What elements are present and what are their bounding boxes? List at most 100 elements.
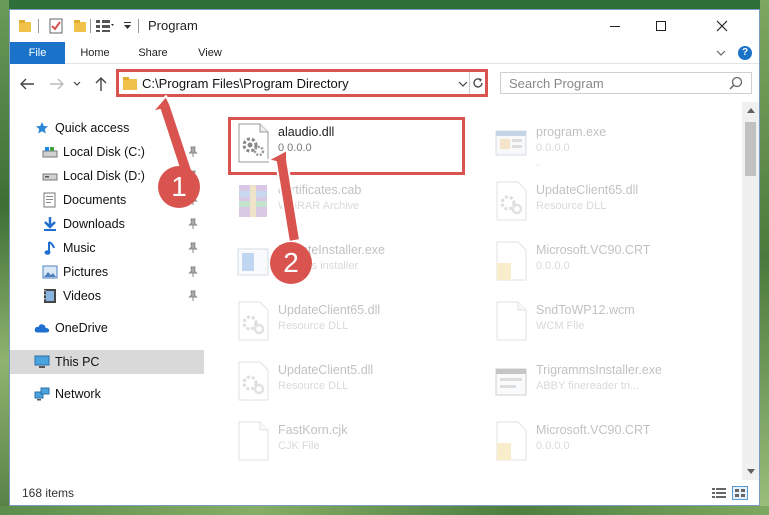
minimize-button[interactable] <box>592 10 638 42</box>
sidebar-item-label: This PC <box>55 355 100 369</box>
file-name: UpdateClient65.dll <box>278 303 381 317</box>
network-icon <box>34 386 50 402</box>
title-bar: Program <box>10 10 759 42</box>
pin-icon[interactable] <box>188 242 198 254</box>
tab-share[interactable]: Share <box>130 42 176 64</box>
address-bar[interactable]: C:\Program Files\Program Directory <box>116 69 488 97</box>
ribbon: File Home Share View ? <box>10 42 759 64</box>
search-box[interactable] <box>500 72 752 94</box>
desktop-background-bottom <box>0 506 769 515</box>
maximize-button[interactable] <box>638 10 684 42</box>
file-type: Resource DLL <box>278 380 349 392</box>
scrollbar-thumb[interactable] <box>745 122 756 176</box>
sidebar-item-label: Music <box>63 241 96 255</box>
separator <box>38 19 39 33</box>
blank-file-icon <box>238 421 269 461</box>
pin-icon[interactable] <box>188 290 198 302</box>
sidebar-item-label: OneDrive <box>55 321 108 335</box>
star-icon <box>34 120 50 136</box>
file-item-updateclient65-dll[interactable]: UpdateClient65.dll Resource DLL <box>228 295 468 353</box>
tab-home[interactable]: Home <box>72 42 118 64</box>
file-item-sndtowp12-wcm[interactable]: SndToWP12.wcm WCM File <box>486 295 726 353</box>
dll-gear-icon <box>238 301 269 341</box>
sidebar-item-onedrive[interactable]: OneDrive <box>10 316 204 340</box>
customize-toolbar-chevron-icon[interactable] <box>122 17 132 35</box>
file-explorer-window: Program File Home Share View ? C:\Progra… <box>9 9 760 506</box>
large-icons-view-icon[interactable] <box>732 486 748 500</box>
file-name: Microsoft.VC90.CRT <box>536 243 651 257</box>
sidebar-item-this-pc[interactable]: This PC <box>10 350 204 374</box>
pin-icon[interactable] <box>188 146 198 158</box>
sidebar-item-pictures[interactable]: Pictures <box>10 260 204 284</box>
search-input[interactable] <box>501 73 725 93</box>
sidebar-item-downloads[interactable]: Downloads <box>10 212 204 236</box>
new-folder-icon[interactable] <box>72 17 88 35</box>
file-item-program-exe[interactable]: program.exe 0.0.0.0 - <box>486 117 726 175</box>
navigation-bar: C:\Program Files\Program Directory <box>10 64 759 102</box>
exe-icon <box>495 130 527 156</box>
dll-gear-icon <box>238 123 269 163</box>
file-item-microsoft-vc90-crt[interactable]: Microsoft.VC90.CRT 0.0.0.0 <box>486 235 726 293</box>
properties-check-icon[interactable] <box>48 17 64 35</box>
refresh-icon[interactable] <box>469 72 485 94</box>
sidebar-item-label: Pictures <box>63 265 109 279</box>
sidebar-item-label: Videos <box>63 289 101 303</box>
up-arrow-icon[interactable] <box>92 75 110 93</box>
pin-icon[interactable] <box>188 218 198 230</box>
drive-icon <box>42 168 58 184</box>
pictures-icon <box>42 264 58 280</box>
tab-view[interactable]: View <box>188 42 232 64</box>
sidebar-item-label: Local Disk (C:) <box>63 145 145 159</box>
desktop-background-right <box>760 0 769 515</box>
sidebar-item-network[interactable]: Network <box>10 382 204 406</box>
scroll-up-arrow-icon[interactable] <box>742 102 759 119</box>
file-name: TrigrammsInstaller.exe <box>536 363 662 377</box>
file-type: WinRAR Archive <box>278 200 360 212</box>
expand-ribbon-chevron-icon[interactable] <box>715 46 727 60</box>
file-item-fastkorn-cjk[interactable]: FastKorn.cjk CJK File <box>228 415 468 473</box>
file-item-alaudio-dll[interactable]: alaudio.dll 0.0.0.0 - <box>228 117 468 175</box>
forward-arrow-icon[interactable] <box>48 75 66 93</box>
file-item-trigrammsinstaller-exe[interactable]: TrigrammsInstaller.exe ABBY finereader t… <box>486 355 726 413</box>
file-item-updateinstaller-exe[interactable]: UpdateInstaller.exe updates installer <box>228 235 468 293</box>
file-type: CJK File <box>278 440 320 452</box>
folder-icon <box>123 77 137 90</box>
music-icon <box>42 240 58 256</box>
sidebar-item-quick-access[interactable]: Quick access <box>10 116 204 140</box>
help-icon[interactable]: ? <box>738 46 752 60</box>
desktop-background-left <box>0 0 9 515</box>
file-item-certificates-cab[interactable]: certificates.cab WinRAR Archive <box>228 175 468 233</box>
dll-gear-icon <box>238 361 269 401</box>
file-item-updateclient65-dll[interactable]: UpdateClient65.dll Resource DLL <box>486 175 726 233</box>
folder-doc-icon <box>496 421 527 461</box>
recent-locations-chevron-icon[interactable] <box>72 75 82 93</box>
pin-icon[interactable] <box>188 266 198 278</box>
step-2-badge: 2 <box>270 242 312 284</box>
file-name: SndToWP12.wcm <box>536 303 635 317</box>
sidebar-item-music[interactable]: Music <box>10 236 204 260</box>
separator <box>138 19 139 33</box>
file-list: alaudio.dll 0.0.0.0 - program.exe 0.0.0.… <box>208 102 742 480</box>
file-item-microsoft-vc90-crt[interactable]: Microsoft.VC90.CRT 0.0.0.0 <box>486 415 726 473</box>
vertical-scrollbar[interactable] <box>742 102 759 480</box>
separator <box>90 19 91 33</box>
blank-file-icon <box>496 301 527 341</box>
scroll-down-arrow-icon[interactable] <box>742 463 759 480</box>
computer-icon <box>34 354 50 370</box>
item-count: 168 items <box>22 486 75 500</box>
tab-file[interactable]: File <box>10 42 65 64</box>
sidebar-item-local-disk-c[interactable]: Local Disk (C:) <box>10 140 204 164</box>
search-icon[interactable] <box>729 76 745 92</box>
file-name: UpdateClient5.dll <box>278 363 374 377</box>
back-arrow-icon[interactable] <box>18 75 36 93</box>
address-history-chevron-icon[interactable] <box>457 76 469 92</box>
download-icon <box>42 216 58 232</box>
file-item-updateclient5-dll[interactable]: UpdateClient5.dll Resource DLL <box>228 355 468 413</box>
close-button[interactable] <box>684 10 759 42</box>
file-name: alaudio.dll <box>278 125 335 139</box>
view-options-icon[interactable] <box>94 17 116 35</box>
file-name: program.exe <box>536 125 607 139</box>
sidebar-item-label: Network <box>55 387 101 401</box>
details-view-icon[interactable] <box>711 486 727 500</box>
sidebar-item-videos[interactable]: Videos <box>10 284 204 308</box>
